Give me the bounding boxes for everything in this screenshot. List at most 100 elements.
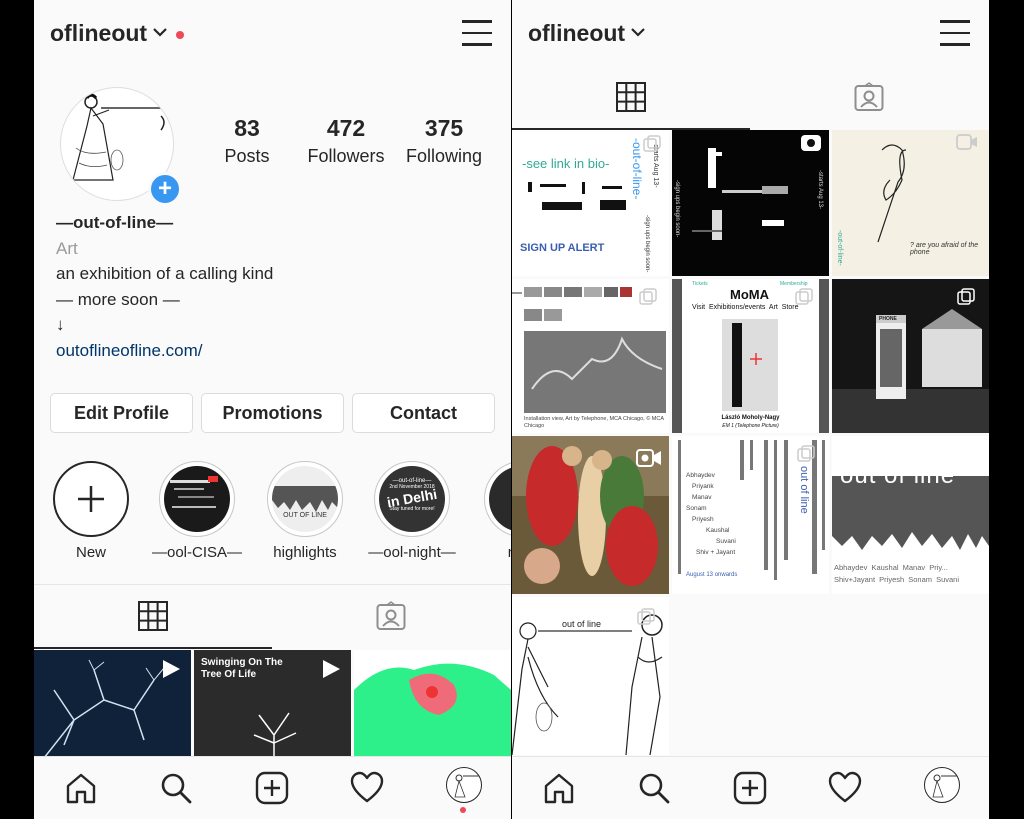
active-tab-indicator bbox=[34, 647, 272, 649]
stat-followers[interactable]: 472 Followers bbox=[300, 115, 392, 167]
post-tile[interactable]: Swinging On The Tree Of Life bbox=[194, 650, 351, 758]
highlight-new[interactable]: New bbox=[53, 461, 129, 561]
post-art-text: Kaushal bbox=[706, 527, 730, 534]
post-art-text: Visit Exhibitions/events Art Store bbox=[692, 304, 799, 311]
post-art-text: Abhaydev Kaushal Manav Priy... Shiv+Jaya… bbox=[834, 563, 960, 584]
profile-name: —out-of-line— bbox=[56, 213, 174, 232]
highlight-ool-cisa[interactable]: —ool-CISA— bbox=[152, 461, 242, 561]
post-art-text: Manav bbox=[692, 494, 712, 501]
post-art-text: SIGN UP ALERT bbox=[520, 242, 605, 254]
heart-icon[interactable] bbox=[828, 771, 862, 805]
notification-dot bbox=[460, 807, 466, 813]
new-post-icon[interactable] bbox=[255, 771, 289, 805]
bottom-nav bbox=[512, 756, 989, 819]
add-story-plus-icon[interactable]: + bbox=[148, 172, 182, 206]
carousel-icon bbox=[637, 608, 655, 625]
post-art-text: out of line bbox=[840, 462, 956, 489]
search-icon[interactable] bbox=[637, 771, 671, 805]
search-icon[interactable] bbox=[159, 771, 193, 805]
chevron-down-icon[interactable] bbox=[630, 27, 646, 37]
highlight-art-text: OUT OF LINE bbox=[283, 512, 327, 519]
profile-tabs bbox=[512, 66, 989, 130]
username-switcher[interactable]: oflineout bbox=[528, 20, 625, 47]
new-post-icon[interactable] bbox=[733, 771, 767, 805]
home-icon[interactable] bbox=[64, 771, 98, 805]
video-camera-icon bbox=[801, 135, 821, 151]
promotions-button[interactable]: Promotions bbox=[201, 393, 344, 433]
post-tile[interactable]: PHONE bbox=[832, 279, 989, 433]
plus-icon bbox=[78, 486, 104, 512]
post-art-names: Abhaydev Priyank Manav Sonam Priyesh Kau… bbox=[686, 470, 736, 558]
notification-dot bbox=[176, 31, 184, 39]
stat-following[interactable]: 375 Following bbox=[400, 115, 488, 167]
carousel-icon bbox=[795, 288, 813, 305]
video-camera-icon bbox=[636, 449, 661, 467]
edit-profile-button[interactable]: Edit Profile bbox=[50, 393, 193, 433]
post-art-text: August 13 onwards bbox=[686, 572, 738, 578]
post-tile[interactable]: -see link in bio- -out-of-line- -starts … bbox=[512, 130, 669, 276]
highlight-label: highlights bbox=[273, 544, 337, 561]
post-art-text: out of line bbox=[798, 466, 810, 514]
post-art-text: -sign ups begin soon- bbox=[644, 215, 650, 273]
grid-icon[interactable] bbox=[138, 601, 168, 631]
chevron-down-icon[interactable] bbox=[152, 27, 168, 37]
post-art-text: -starts Aug 13- bbox=[817, 170, 823, 210]
tagged-icon[interactable] bbox=[376, 601, 406, 631]
video-camera-icon bbox=[956, 449, 981, 467]
post-tile[interactable] bbox=[354, 650, 511, 758]
highlight-partial[interactable]: m bbox=[484, 461, 511, 561]
posts-count: 83 bbox=[234, 115, 260, 141]
contact-button[interactable]: Contact bbox=[352, 393, 495, 433]
carousel-icon bbox=[643, 135, 661, 152]
video-camera-icon bbox=[956, 134, 977, 150]
profile-category: Art bbox=[56, 239, 78, 258]
profile-link[interactable]: outoflineofline.com/ bbox=[56, 341, 202, 361]
highlight-label: m bbox=[508, 544, 511, 561]
post-tile[interactable]: out of line bbox=[512, 597, 669, 755]
username-switcher[interactable]: oflineout bbox=[50, 20, 147, 47]
post-tile[interactable]: Abhaydev Priyank Manav Sonam Priyesh Kau… bbox=[672, 436, 829, 594]
home-icon[interactable] bbox=[542, 771, 576, 805]
followers-label: Followers bbox=[307, 146, 385, 166]
post-tile[interactable]: out of line Abhaydev Kaushal Manav Priy.… bbox=[832, 436, 989, 594]
post-art-text: Shiv + Jayant bbox=[696, 549, 736, 556]
post-art-text: Sonam bbox=[686, 505, 707, 512]
profile-nav-avatar[interactable] bbox=[446, 767, 482, 803]
post-art-text: Priyesh bbox=[692, 516, 714, 523]
post-art-text: Abhaydev bbox=[686, 472, 715, 479]
profile-header: oflineout bbox=[34, 0, 511, 70]
profile-nav-avatar[interactable] bbox=[924, 767, 960, 803]
post-tile[interactable]: -sign ups begin soon- -starts Aug 13- bbox=[672, 130, 829, 276]
post-tile[interactable] bbox=[34, 650, 191, 758]
carousel-icon bbox=[957, 288, 975, 305]
post-art-text: Installation view, Art by Telephone, MCA… bbox=[524, 416, 664, 429]
tagged-icon[interactable] bbox=[854, 82, 884, 112]
heart-icon[interactable] bbox=[350, 771, 384, 805]
post-art-text: -see link in bio- bbox=[522, 156, 610, 171]
post-tile[interactable] bbox=[512, 436, 669, 594]
post-art-text: Priyank bbox=[692, 483, 714, 490]
post-art-text: out of line bbox=[562, 619, 602, 629]
posts-label: Posts bbox=[224, 146, 270, 166]
post-tile[interactable]: -out-of-line- ? are you afraid of the ph… bbox=[832, 130, 989, 276]
hamburger-menu-icon[interactable] bbox=[462, 20, 492, 48]
post-art-text: PHONE bbox=[879, 316, 897, 322]
grid-icon[interactable] bbox=[616, 82, 646, 112]
profile-screen-left: oflineout + 83 Posts 472 Followers 375 F… bbox=[34, 0, 511, 819]
bottom-nav bbox=[34, 756, 511, 819]
post-art-text: MoMA bbox=[730, 287, 769, 302]
bio-line: — more soon — bbox=[56, 290, 180, 309]
highlight-label: —ool-CISA— bbox=[151, 544, 243, 561]
post-tile[interactable]: Tickets Membership MoMA Visit Exhibition… bbox=[672, 279, 829, 433]
highlight-ool-night[interactable]: —out-of-line— 2nd November 2018 in Delhi… bbox=[368, 461, 456, 561]
bio-line: an exhibition of a calling kind bbox=[56, 264, 274, 283]
highlight-label: —ool-night— bbox=[368, 544, 456, 561]
profile-tabs bbox=[34, 584, 511, 649]
stat-posts[interactable]: 83 Posts bbox=[212, 115, 282, 167]
followers-count: 472 bbox=[326, 115, 366, 141]
post-caption-text: Swinging On The Tree Of Life bbox=[201, 657, 283, 680]
profile-screen-right: oflineout -see link in bio- -out-of-line… bbox=[512, 0, 989, 819]
highlight-highlights[interactable]: OUT OF LINE highlights bbox=[267, 461, 343, 561]
post-tile[interactable]: Installation view, Art by Telephone, MCA… bbox=[512, 279, 669, 433]
hamburger-menu-icon[interactable] bbox=[940, 20, 970, 48]
